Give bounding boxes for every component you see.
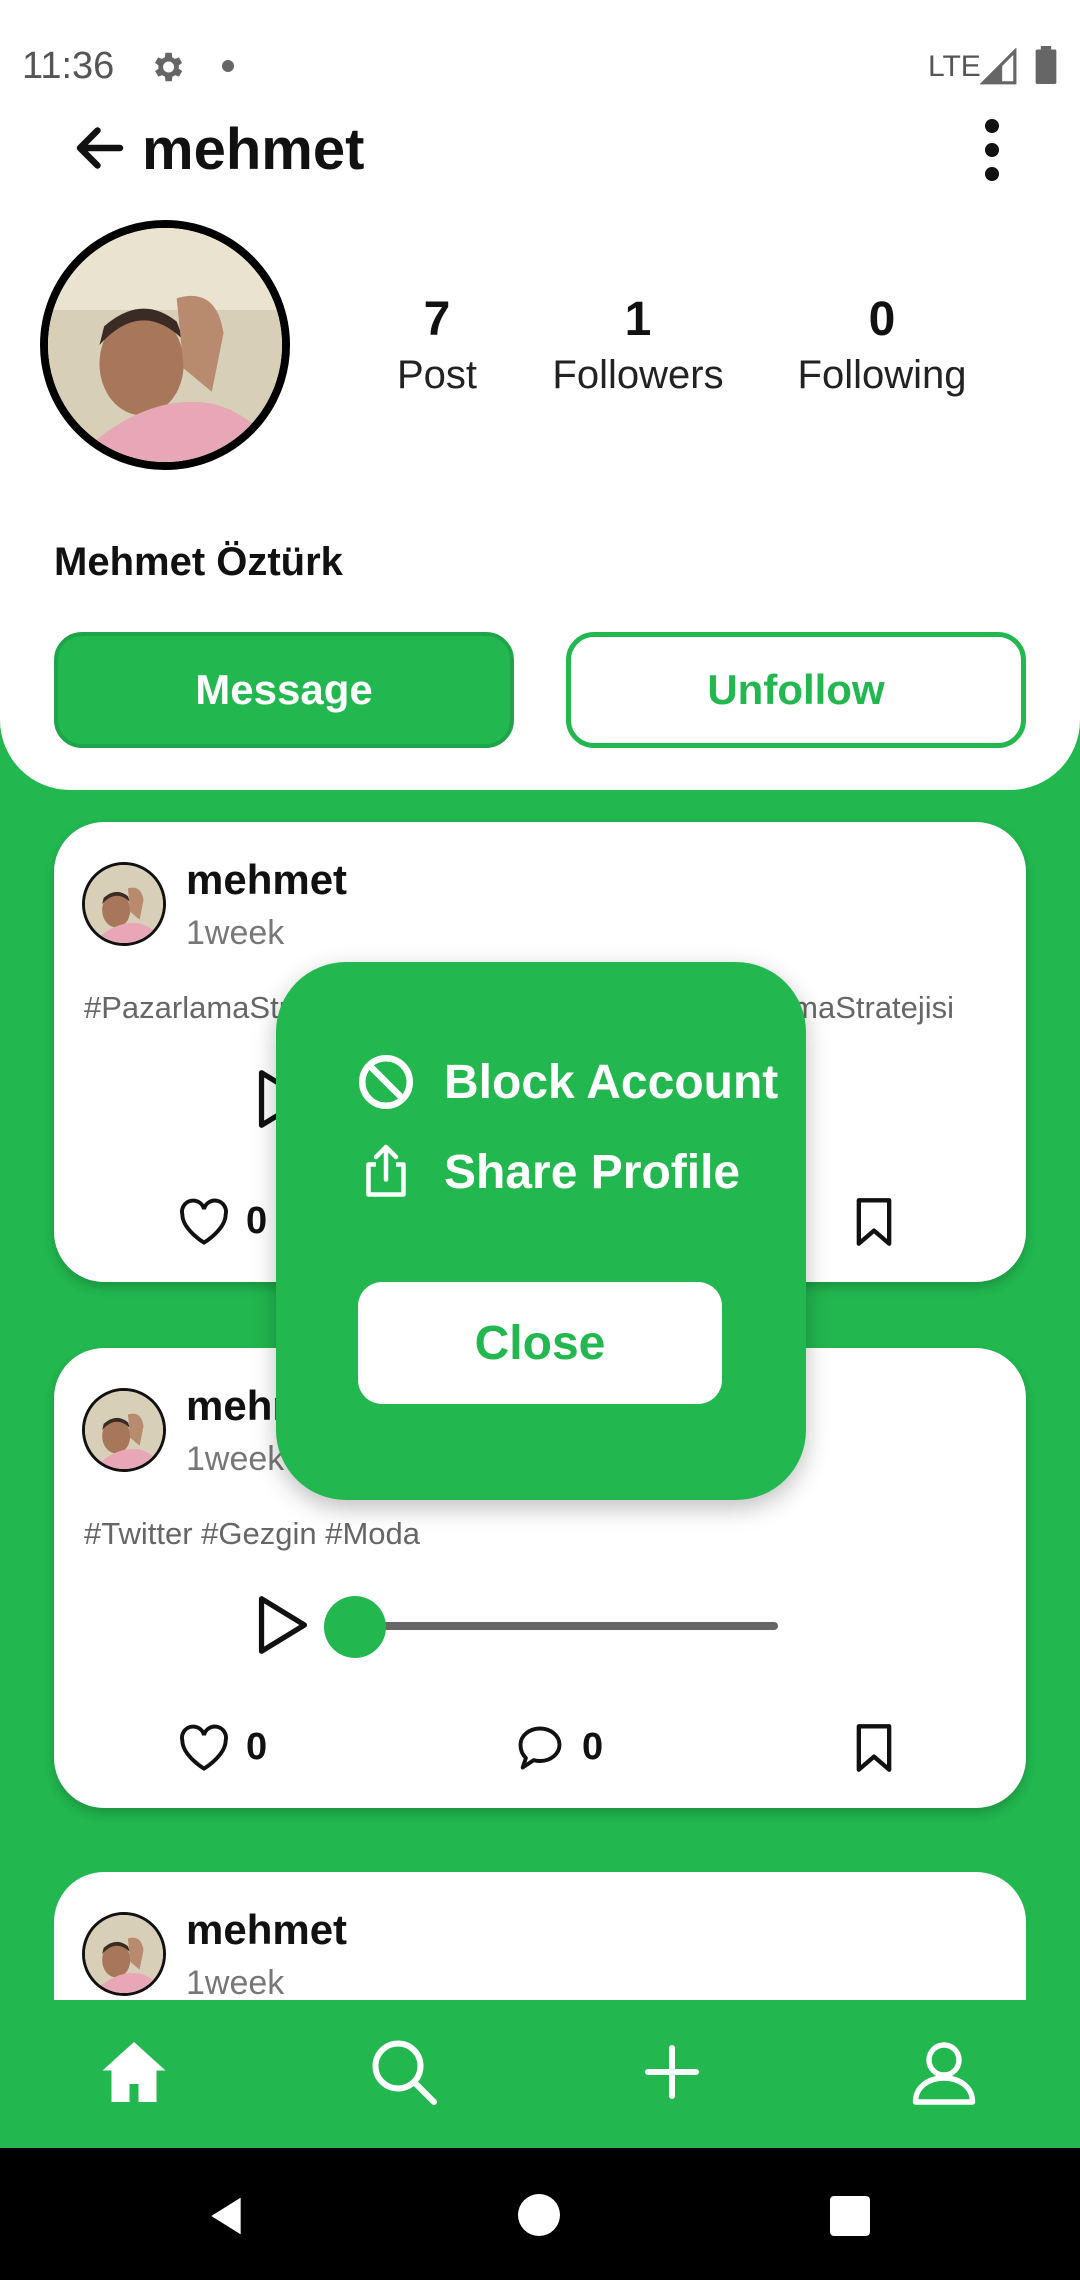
comment-count: 0 xyxy=(582,1726,604,1768)
heart-icon[interactable] xyxy=(178,1724,230,1772)
stat-followers-label: Followers xyxy=(552,353,724,397)
block-icon xyxy=(359,1055,413,1109)
like-count: 0 xyxy=(246,1726,268,1768)
stat-following-label: Following xyxy=(797,353,967,397)
stat-following-value: 0 xyxy=(868,293,896,346)
stat-following[interactable]: 0 Following xyxy=(782,292,982,398)
block-account-label: Block Account xyxy=(444,1055,779,1109)
system-recents-icon[interactable] xyxy=(830,2196,870,2236)
audio-progress-track[interactable] xyxy=(354,1622,778,1630)
signal-icon xyxy=(980,48,1017,85)
plus-icon[interactable] xyxy=(636,2036,708,2108)
profile-full-name: Mehmet Öztürk xyxy=(54,540,343,584)
heart-icon[interactable] xyxy=(178,1198,230,1246)
stat-posts-label: Post xyxy=(396,353,478,397)
status-time: 11:36 xyxy=(22,45,115,87)
bookmark-icon[interactable] xyxy=(854,1722,894,1774)
stat-posts[interactable]: 7 Post xyxy=(337,292,537,398)
block-account-option[interactable]: Block Account xyxy=(356,1052,778,1112)
unfollow-button[interactable]: Unfollow xyxy=(566,632,1026,748)
post-author-name[interactable]: mehmet xyxy=(186,1906,347,1954)
battery-icon xyxy=(1035,46,1057,84)
stat-posts-value: 7 xyxy=(423,293,451,346)
post-author-avatar[interactable] xyxy=(82,862,166,946)
stat-followers[interactable]: 1 Followers xyxy=(538,292,738,398)
user-icon[interactable] xyxy=(908,2036,980,2108)
share-icon xyxy=(366,1144,406,1197)
share-profile-option[interactable]: Share Profile xyxy=(356,1142,740,1202)
audio-progress-knob[interactable] xyxy=(324,1596,386,1658)
system-home-icon[interactable] xyxy=(518,2194,560,2236)
network-type: LTE xyxy=(928,50,981,83)
more-vertical-icon[interactable] xyxy=(972,118,1012,182)
post-author-avatar[interactable] xyxy=(82,1388,166,1472)
home-icon[interactable] xyxy=(98,2036,170,2108)
post-timestamp: 1week xyxy=(186,1964,285,2000)
arrow-back-icon[interactable] xyxy=(70,118,130,178)
notification-dot-icon xyxy=(222,60,234,72)
comment-icon[interactable] xyxy=(514,1722,566,1774)
status-bar: 11:36 LTE xyxy=(0,0,1080,130)
post-author-avatar[interactable] xyxy=(82,1912,166,1996)
system-navigation-bar xyxy=(0,2148,1080,2280)
post-timestamp: 1week xyxy=(186,1440,285,1478)
message-button[interactable]: Message xyxy=(54,632,514,748)
stat-followers-value: 1 xyxy=(624,293,652,346)
profile-username-title: mehmet xyxy=(142,117,365,182)
share-profile-label: Share Profile xyxy=(444,1145,741,1199)
profile-options-popup: Block Account Share Profile Close xyxy=(276,962,806,1500)
profile-avatar[interactable] xyxy=(40,220,290,470)
like-count: 0 xyxy=(246,1200,268,1242)
close-button[interactable]: Close xyxy=(358,1282,722,1404)
post-author-name[interactable]: mehmet xyxy=(186,856,347,904)
post-hashtags: #Twitter #Gezgin #Moda xyxy=(84,1516,421,1551)
post-card[interactable]: mehmet 1week xyxy=(54,1872,1026,2000)
play-icon[interactable] xyxy=(254,1594,312,1656)
settings-gear-icon xyxy=(154,52,183,82)
system-back-icon[interactable] xyxy=(204,2194,248,2238)
bookmark-icon[interactable] xyxy=(854,1196,894,1248)
search-icon[interactable] xyxy=(368,2036,440,2108)
bottom-navigation xyxy=(0,2000,1080,2148)
post-timestamp: 1week xyxy=(186,914,285,952)
